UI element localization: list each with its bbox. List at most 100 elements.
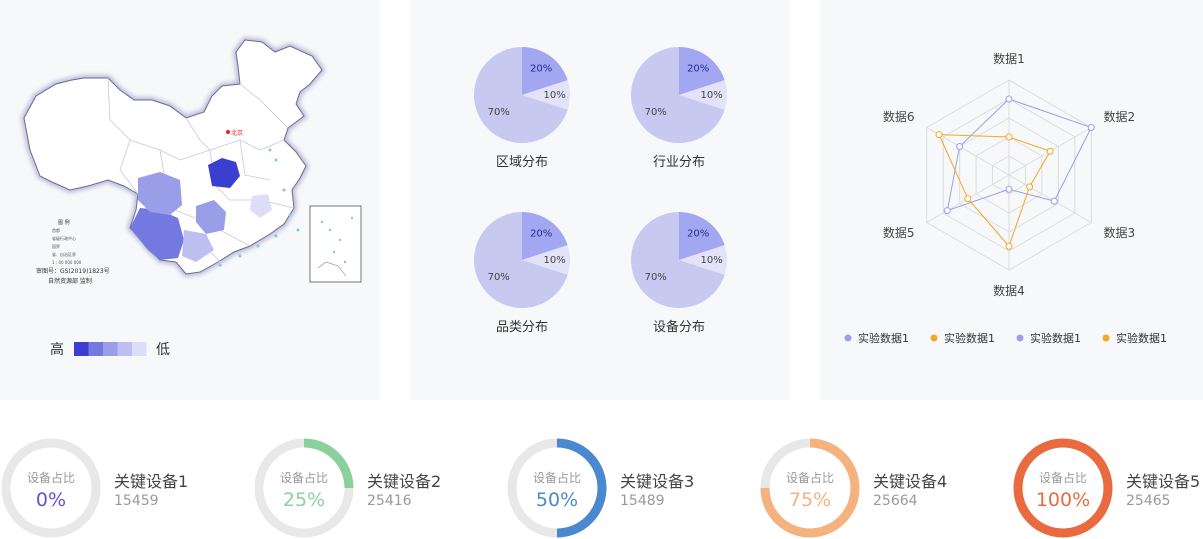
gauge-value: 75%: [788, 489, 832, 511]
radar-indicator-label: 数据6: [883, 109, 915, 124]
gauge-ring: [1013, 438, 1113, 538]
gauge-inner-label: 设备占比: [785, 471, 834, 485]
map-legend-block: 首都 省级行政中心 国界 省、自治区界 1 : 40 000 000: [52, 227, 82, 265]
radar-point: [1087, 124, 1095, 131]
radar-point: [1026, 183, 1034, 191]
radar-axis: [1008, 174, 1092, 223]
legend-swatch: [103, 342, 118, 356]
gauge-device-number: 25465: [1126, 493, 1171, 509]
radar-legend-dot: [930, 334, 938, 342]
gauge-device-name: 关键设备3: [620, 472, 695, 491]
radar-point: [956, 143, 964, 150]
map-legend-row: 省级行政中心: [52, 235, 76, 241]
pie-slice-label: 70%: [645, 272, 667, 283]
pie-slice-label: 70%: [488, 107, 510, 118]
gauge-value: 50%: [535, 489, 579, 511]
radar-indicator-label: 数据5: [883, 225, 915, 240]
gauge-inner-label: 设备占比: [1038, 471, 1087, 485]
pie-charts: 20% 10% 70% 区域分布 20% 10% 70% 行业分布 20% 10% 70% 品类分布 2…: [474, 47, 727, 335]
pie-title: 区域分布: [496, 155, 548, 170]
capital-marker: [226, 130, 230, 134]
radar-point: [1046, 147, 1054, 155]
radar-indicator-label: 数据2: [1103, 109, 1135, 124]
map-approval-no: 审图号：GS(2019)1823号: [36, 267, 110, 275]
gauge-device-number: 15459: [114, 493, 159, 509]
gauge-device-name: 关键设备5: [1126, 472, 1201, 491]
radar-legend-dot: [1102, 334, 1110, 342]
map-legend-block-title: 图 例: [58, 219, 70, 226]
gauge-card: 设备占比 75% 关键设备4 25664: [759, 437, 1019, 539]
pie-slice-label: 20%: [687, 229, 709, 240]
capital-label: 北京: [231, 129, 243, 137]
pie-slice-label: 10%: [544, 255, 566, 266]
pie-title: 设备分布: [653, 319, 705, 335]
gauge-device-number: 25664: [873, 493, 918, 509]
legend-high-label: 高: [50, 341, 64, 358]
pie-slice-label: 20%: [687, 64, 709, 75]
radar-point: [1005, 242, 1013, 250]
map-publisher: 自然资源部 监制: [48, 277, 92, 285]
heat-legend: [74, 342, 147, 356]
pie-title: 行业分布: [653, 155, 705, 170]
radar-point: [943, 207, 951, 215]
radar-point: [1050, 197, 1058, 205]
gauge-card: 设备占比 50% 关键设备3 15489: [506, 437, 766, 539]
gauge-value: 25%: [282, 489, 326, 511]
gauge-value: 0%: [35, 489, 67, 511]
pie-slice-label: 70%: [645, 107, 667, 118]
gauge-ring: [507, 438, 607, 538]
pie-title: 品类分布: [496, 320, 548, 335]
radar-series-line: [946, 98, 1092, 212]
gauge-ring: [760, 438, 860, 538]
gauge-card: 设备占比 0% 关键设备1 15459: [0, 437, 260, 539]
gauge-device-number: 15489: [620, 493, 665, 509]
south-sea-inset: [309, 205, 362, 283]
radar-panel: 数据1 数据2 数据3 数据4 数据5 数据6 实验数据1 实验数据1 实验数据1 实验数据1: [820, 0, 1203, 400]
radar-legend-item[interactable]: 实验数据1: [858, 331, 909, 345]
map-legend-row: 1 : 40 000 000: [52, 260, 82, 265]
gauge-inner-label: 设备占比: [26, 471, 75, 485]
pie-panel: 20% 10% 70% 区域分布 20% 10% 70% 行业分布 20% 10% 70% 品类分布 2…: [410, 0, 790, 400]
legend-swatch: [132, 342, 147, 356]
pie-slice-label: 10%: [701, 90, 723, 101]
radar-point: [935, 131, 943, 139]
gauge-value: 100%: [1035, 489, 1091, 511]
radar-legend-dot: [844, 334, 852, 342]
legend-swatch: [117, 342, 132, 356]
gauge-progress: [556, 438, 607, 538]
radar-legend-item[interactable]: 实验数据1: [1116, 331, 1167, 345]
pie-slice-label: 10%: [544, 90, 566, 101]
gauge-card: 设备占比 25% 关键设备2 25416: [253, 437, 513, 539]
gauge-progress: [1013, 438, 1113, 538]
gauge-device-number: 25416: [367, 493, 412, 509]
gauge-device-name: 关键设备1: [114, 472, 189, 491]
radar-indicator-label: 数据3: [1103, 225, 1135, 240]
china-map: 北京 图 例 首都 省级行政中心 国界 省、自治区界 1 : 40 000 00…: [21, 37, 362, 358]
gauge-inner-label: 设备占比: [279, 471, 328, 485]
radar-legend-item[interactable]: 实验数据1: [1030, 331, 1081, 345]
radar-point: [1005, 185, 1013, 193]
gauge-ring: [254, 438, 354, 538]
pie-slice-label: 70%: [488, 272, 510, 283]
legend-swatch: [88, 342, 103, 356]
pie-slice-label: 10%: [701, 255, 723, 266]
map-panel: 北京 图 例 首都 省级行政中心 国界 省、自治区界 1 : 40 000 00…: [0, 0, 380, 400]
gauge-device-name: 关键设备2: [367, 472, 442, 491]
gauge-ring: [1, 438, 101, 538]
legend-low-label: 低: [156, 342, 170, 358]
radar-point: [1005, 133, 1013, 141]
gauge-inner-label: 设备占比: [532, 471, 581, 485]
radar-point: [1005, 95, 1013, 103]
gauge-track: [1, 438, 101, 538]
radar-chart: 数据1 数据2 数据3 数据4 数据5 数据6 实验数据1 实验数据1 实验数据1 实验数据1: [844, 51, 1167, 345]
radar-legend-item[interactable]: 实验数据1: [944, 331, 995, 345]
gauge-card: 设备占比 100% 关键设备5 25465: [1012, 437, 1203, 539]
radar-indicator-label: 数据4: [993, 283, 1025, 298]
legend-swatch: [74, 342, 89, 356]
map-legend-row: 首都: [52, 227, 60, 233]
map-legend-row: 省、自治区界: [52, 251, 76, 257]
radar-point: [964, 195, 972, 203]
map-legend-row: 国界: [52, 243, 60, 249]
radar-indicator-label: 数据1: [993, 51, 1025, 66]
radar-legend-dot: [1016, 334, 1024, 342]
